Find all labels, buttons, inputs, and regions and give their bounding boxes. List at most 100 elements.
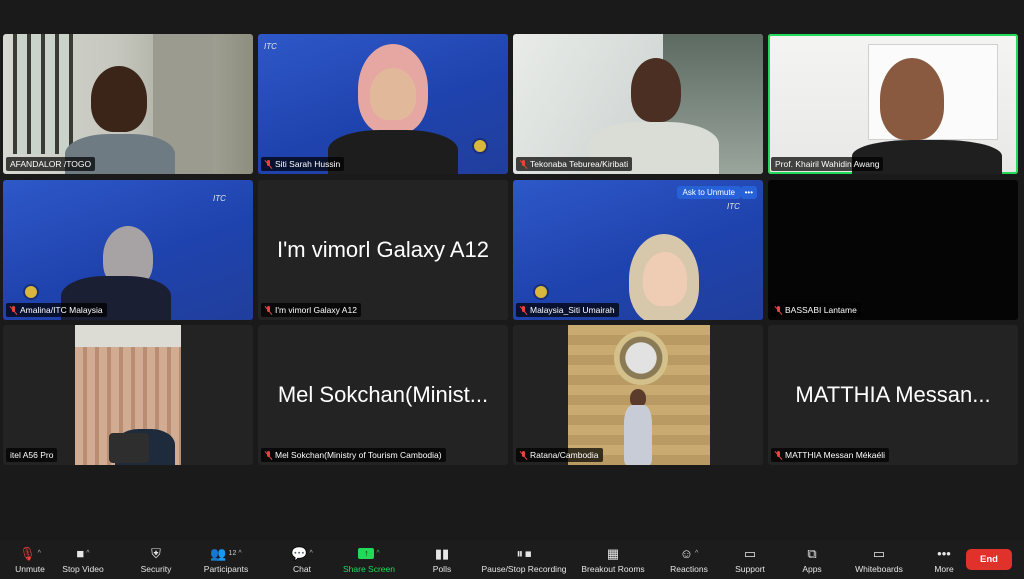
mic-muted-icon <box>775 450 782 460</box>
event-logo: ITC <box>264 42 277 51</box>
share-screen-icon: ↑ <box>358 548 375 559</box>
chevron-up-icon[interactable]: ^ <box>86 546 89 561</box>
video-tile-prof-khairil[interactable]: Prof. Khairil Wahidin Awang <box>768 34 1018 174</box>
end-meeting-button[interactable]: End <box>966 549 1012 570</box>
video-camera-icon: ■ <box>76 546 85 561</box>
support-button[interactable]: ▭ Support <box>728 542 772 578</box>
participant-face <box>643 252 687 306</box>
security-button[interactable]: ⛨ Security <box>128 542 184 578</box>
mic-muted-icon <box>265 450 272 460</box>
reactions-button[interactable]: ☺ ^ Reactions <box>664 542 714 578</box>
breakout-rooms-label: Breakout Rooms <box>581 563 645 574</box>
video-tile-tekonaba[interactable]: Tekonaba Teburea/Kiribati <box>513 34 763 174</box>
polls-label: Polls <box>432 563 452 574</box>
participant-display-name: I'm vimorl Galaxy A12 <box>276 237 490 262</box>
video-tile-mel-sokchan[interactable]: Mel Sokchan(Minist... Mel Sokchan(Minist… <box>258 325 508 465</box>
video-tile-matthia[interactable]: MATTHIA Messan... MATTHIA Messan Mékaéli <box>768 325 1018 465</box>
stop-video-button[interactable]: ■ ^ Stop Video <box>54 542 112 578</box>
ask-to-unmute-button[interactable]: Ask to Unmute <box>676 186 741 199</box>
participant-face <box>631 58 681 122</box>
video-tile-afandalor[interactable]: AFANDALOR /TOGO <box>3 34 253 174</box>
participant-name-label: AFANDALOR /TOGO <box>6 157 96 171</box>
more-label: More <box>934 563 954 574</box>
video-tile-siti-umairah[interactable]: ITC Ask to Unmute ••• Malaysia_Siti Umai… <box>513 180 763 320</box>
event-logo: ITC <box>213 194 226 203</box>
breakout-rooms-button[interactable]: ▦ Breakout Rooms <box>578 542 648 578</box>
whiteboards-label: Whiteboards <box>855 563 903 574</box>
unmute-label: Unmute <box>15 563 45 574</box>
pause-stop-recording-label: Pause/Stop Recording <box>481 563 567 574</box>
participant-video-feed <box>75 325 181 465</box>
apps-icon: ⧉ <box>807 546 817 561</box>
grid-icon: ▦ <box>606 546 620 561</box>
whiteboards-button[interactable]: ▭ Whiteboards <box>850 542 908 578</box>
participant-display-name: Mel Sokchan(Minist... <box>277 382 489 407</box>
apps-label: Apps <box>802 563 822 574</box>
participant-display-name: MATTHIA Messan... <box>795 382 991 407</box>
security-label: Security <box>140 563 172 574</box>
participant-face <box>880 58 944 140</box>
chat-label: Chat <box>293 563 311 574</box>
participant-name-label: Prof. Khairil Wahidin Awang <box>771 157 884 171</box>
share-screen-label: Share Screen <box>343 563 395 574</box>
chevron-up-icon[interactable]: ^ <box>376 546 379 561</box>
tile-more-options-button[interactable]: ••• <box>740 186 757 199</box>
shield-icon: ⛨ <box>151 546 161 561</box>
share-screen-button[interactable]: ↑ ^ Share Screen <box>338 542 400 578</box>
participant-name-label: Ratana/Cambodia <box>516 448 603 462</box>
bar-chart-icon: ▮▮ <box>434 546 450 561</box>
mic-muted-icon <box>10 305 17 315</box>
mic-muted-icon <box>520 450 527 460</box>
stop-icon: ⏹ <box>525 546 532 561</box>
participant-name-label: MATTHIA Messan Mékaéli <box>771 448 889 462</box>
mic-muted-icon: 🎙 <box>19 546 36 561</box>
video-tile-amalina[interactable]: ITC Amalina/ITC Malaysia <box>3 180 253 320</box>
pause-icon: ⏸ <box>516 546 524 561</box>
participant-name-label: Malaysia_Siti Umairah <box>516 303 619 317</box>
stop-video-label: Stop Video <box>62 563 104 574</box>
support-icon: ▭ <box>743 546 757 561</box>
chat-button[interactable]: 💬 ^ Chat <box>278 542 326 578</box>
participant-video-feed <box>568 325 710 465</box>
video-tile-bassabi[interactable]: BASSABI Lantame <box>768 180 1018 320</box>
ellipsis-icon: ••• <box>937 546 951 561</box>
emblem-icon <box>533 284 549 300</box>
polls-button[interactable]: ▮▮ Polls <box>422 542 462 578</box>
video-tile-vimorl[interactable]: I'm vimorl Galaxy A12 I'm vimorl Galaxy … <box>258 180 508 320</box>
whiteboard-icon: ▭ <box>872 546 886 561</box>
participants-count: 12 <box>228 550 237 557</box>
participant-body <box>328 130 458 174</box>
video-tile-itel[interactable]: itel A56 Pro <box>3 325 253 465</box>
pause-stop-recording-button[interactable]: ⏸ ⏹ Pause/Stop Recording <box>478 542 570 578</box>
chevron-up-icon[interactable]: ^ <box>38 546 41 561</box>
chat-bubble-icon: 💬 <box>291 546 308 561</box>
video-tile-ratana[interactable]: Ratana/Cambodia <box>513 325 763 465</box>
meeting-toolbar: 🎙 ^ Unmute ■ ^ Stop Video ⛨ Security 👥 12 ^ … <box>0 540 1024 579</box>
participant-name-label: Mel Sokchan(Ministry of Tourism Cambodia… <box>261 448 446 462</box>
event-logo: ITC <box>727 202 740 211</box>
participant-name-label: Tekonaba Teburea/Kiribati <box>516 157 633 171</box>
participant-face <box>370 68 416 120</box>
video-gallery: AFANDALOR /TOGO ITC Siti Sarah Hussin Te… <box>0 0 1024 540</box>
participants-icon: 👥 <box>210 546 227 561</box>
apps-button[interactable]: ⧉ Apps <box>794 542 830 578</box>
mic-muted-icon <box>775 305 782 315</box>
participants-label: Participants <box>203 563 249 574</box>
unmute-button[interactable]: 🎙 ^ Unmute <box>6 542 54 578</box>
participant-name-label: BASSABI Lantame <box>771 303 861 317</box>
video-tile-siti-sarah[interactable]: ITC Siti Sarah Hussin <box>258 34 508 174</box>
smiley-icon: ☺ <box>679 546 693 561</box>
chevron-up-icon[interactable]: ^ <box>238 546 241 561</box>
mic-muted-icon <box>265 305 272 315</box>
chevron-up-icon[interactable]: ^ <box>309 546 312 561</box>
participants-button[interactable]: 👥 12 ^ Participants <box>194 542 258 578</box>
chevron-up-icon[interactable]: ^ <box>695 546 698 561</box>
participant-name-label: itel A56 Pro <box>6 448 58 462</box>
more-button[interactable]: ••• More <box>926 542 962 578</box>
emblem-icon <box>472 138 488 154</box>
participant-face <box>91 66 147 132</box>
support-label: Support <box>735 563 765 574</box>
mic-muted-icon <box>520 305 527 315</box>
participant-name-label: I'm vimorl Galaxy A12 <box>261 303 361 317</box>
mic-muted-icon <box>265 159 272 169</box>
